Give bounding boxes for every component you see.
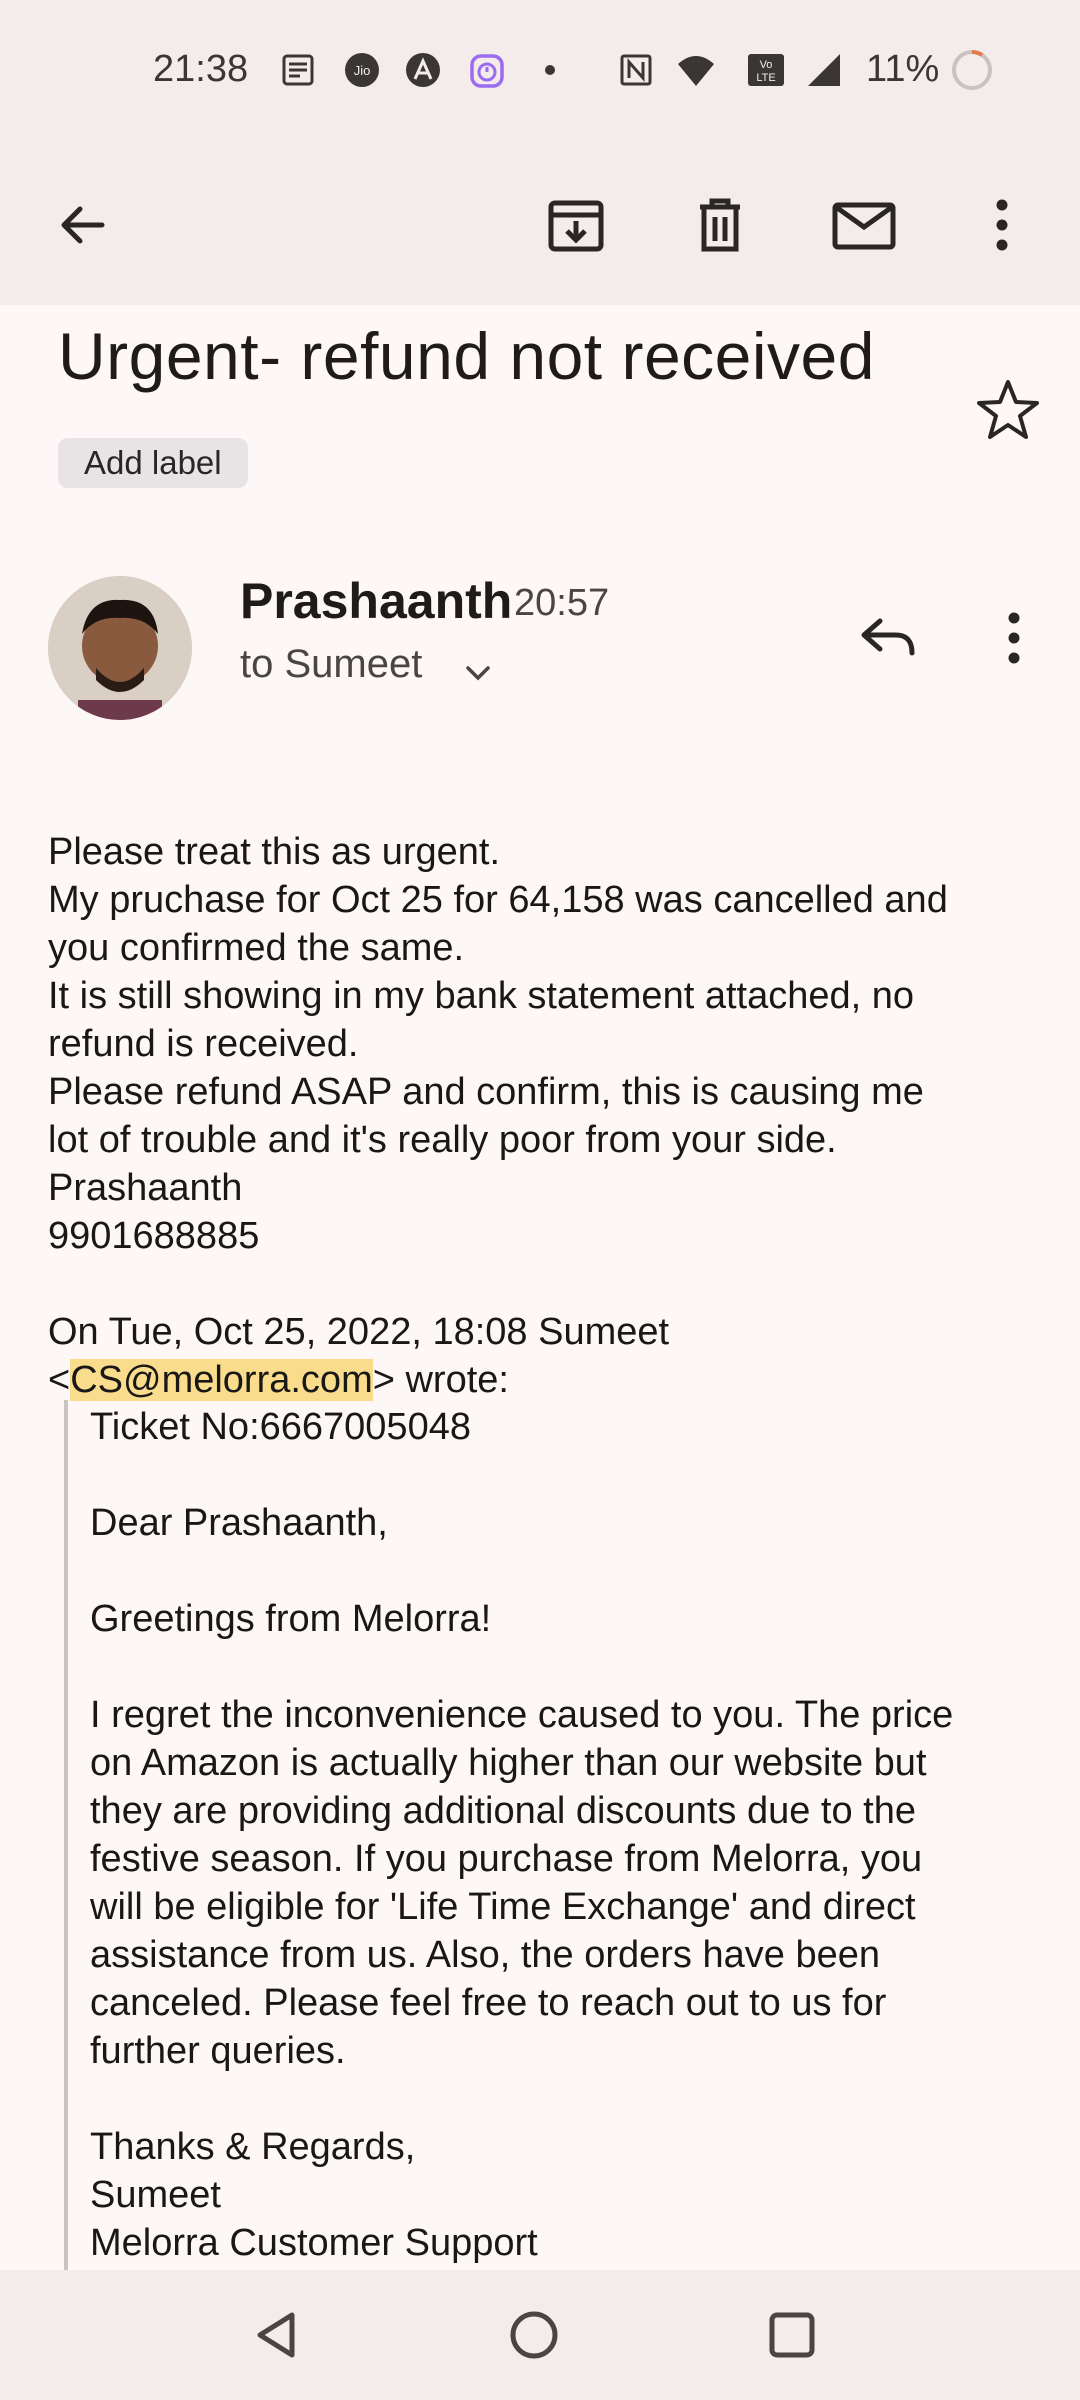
quoted-line: on Amazon is actually higher than our we… (90, 1742, 927, 1784)
body-line: you confirmed the same. (48, 927, 465, 969)
add-label-chip[interactable]: Add label (58, 438, 248, 488)
quote-header: On Tue, Oct 25, 2022, 18:08 Sumeet (48, 1311, 670, 1353)
email-subject: Urgent- refund not received (58, 319, 875, 393)
reply-icon (861, 618, 915, 656)
sent-time: 20:57 (514, 582, 610, 624)
quoted-line (90, 1643, 1050, 1691)
body-line: refund is received. (48, 1023, 359, 1065)
quoted-text: Ticket No:6667005048 Dear Prashaanth, Gr… (90, 1403, 1050, 2267)
recipient-label[interactable]: to Sumeet (240, 642, 422, 687)
back-button[interactable] (42, 185, 122, 265)
svg-text:Jio: Jio (354, 63, 371, 78)
back-triangle-icon (257, 2312, 295, 2358)
body-line: Please refund ASAP and confirm, this is … (48, 1071, 924, 1113)
avatar-image (48, 576, 192, 720)
navigation-bar (0, 2270, 1080, 2400)
quoted-line (90, 1547, 1050, 1595)
signal-icon (808, 54, 840, 86)
quote-header-email-line: <CS@melorra.com> wrote: (48, 1356, 1048, 1404)
quoted-line: Thanks & Regards, (90, 2126, 416, 2168)
more-vert-icon (1008, 612, 1020, 664)
nfc-icon (620, 54, 652, 86)
delete-button[interactable] (680, 185, 760, 265)
svg-text:Vo: Vo (760, 59, 773, 71)
app-bar (0, 145, 1080, 305)
quoted-line: assistance from us. Also, the orders hav… (90, 1934, 880, 1976)
svg-text:LTE: LTE (756, 72, 775, 84)
quoted-line: they are providing additional discounts … (90, 1790, 916, 1832)
jio-icon: Jio (345, 53, 379, 87)
quoted-line (90, 1451, 1050, 1499)
quoted-line: festive season. If you purchase from Mel… (90, 1838, 923, 1880)
quoted-line: will be eligible for 'Life Time Exchange… (90, 1886, 916, 1928)
battery-icon (952, 49, 992, 90)
avatar[interactable] (48, 576, 192, 720)
delete-icon (700, 198, 740, 252)
status-bar: 21:38 Jio Vo LTE 11% (0, 0, 1080, 145)
quoted-line: I regret the inconvenience caused to you… (90, 1694, 954, 1736)
mark-unread-icon (832, 202, 896, 250)
message-more-button[interactable] (974, 598, 1054, 678)
star-icon[interactable] (972, 374, 1044, 446)
body-line: 9901688885 (48, 1215, 260, 1257)
reply-button[interactable] (848, 598, 928, 678)
email-body: Please treat this as urgent. My pruchase… (48, 828, 1048, 1404)
quoted-line: further queries. (90, 2030, 346, 2072)
body-line: My pruchase for Oct 25 for 64,158 was ca… (48, 879, 948, 921)
sender-name: Prashaanth (240, 573, 513, 629)
news-icon (282, 54, 314, 86)
more-options-button[interactable] (962, 185, 1042, 265)
nav-home-button[interactable] (494, 2295, 574, 2375)
body-line-blank (48, 1260, 1048, 1308)
nav-recents-button[interactable] (752, 2295, 832, 2375)
nav-back-button[interactable] (236, 2295, 316, 2375)
email-prefix: < (48, 1359, 71, 1401)
quoted-line: canceled. Please feel free to reach out … (90, 1982, 887, 2024)
recents-square-icon (769, 2312, 815, 2358)
quoted-line (90, 2075, 1050, 2123)
back-arrow-icon (61, 206, 105, 244)
more-vert-icon (996, 199, 1008, 251)
quoted-line: Greetings from Melorra! (90, 1598, 492, 1640)
a-icon (406, 53, 440, 87)
timer-icon (470, 54, 504, 88)
battery-percent: 11% (866, 48, 940, 90)
quoted-line: Dear Prashaanth, (90, 1502, 388, 1544)
mark-unread-button[interactable] (824, 185, 904, 265)
quoted-email-link[interactable]: CS@melorra.com (70, 1359, 373, 1401)
archive-icon (548, 200, 604, 252)
status-time: 21:38 (153, 48, 249, 90)
chevron-down-icon[interactable] (458, 652, 498, 692)
body-line: It is still showing in my bank statement… (48, 975, 914, 1017)
quoted-line: Ticket No:6667005048 (90, 1406, 471, 1448)
body-line: lot of trouble and it's really poor from… (48, 1119, 837, 1161)
volte-icon: Vo LTE (748, 54, 784, 86)
quoted-line: Melorra Customer Support (90, 2222, 538, 2264)
home-circle-icon (510, 2311, 558, 2359)
email-suffix: > wrote: (372, 1359, 509, 1401)
archive-button[interactable] (536, 185, 616, 265)
dot-icon (545, 65, 555, 75)
quoted-line: Sumeet (90, 2174, 221, 2216)
body-line: Prashaanth (48, 1167, 243, 1209)
body-line: Please treat this as urgent. (48, 831, 501, 873)
wifi-icon (678, 56, 714, 86)
